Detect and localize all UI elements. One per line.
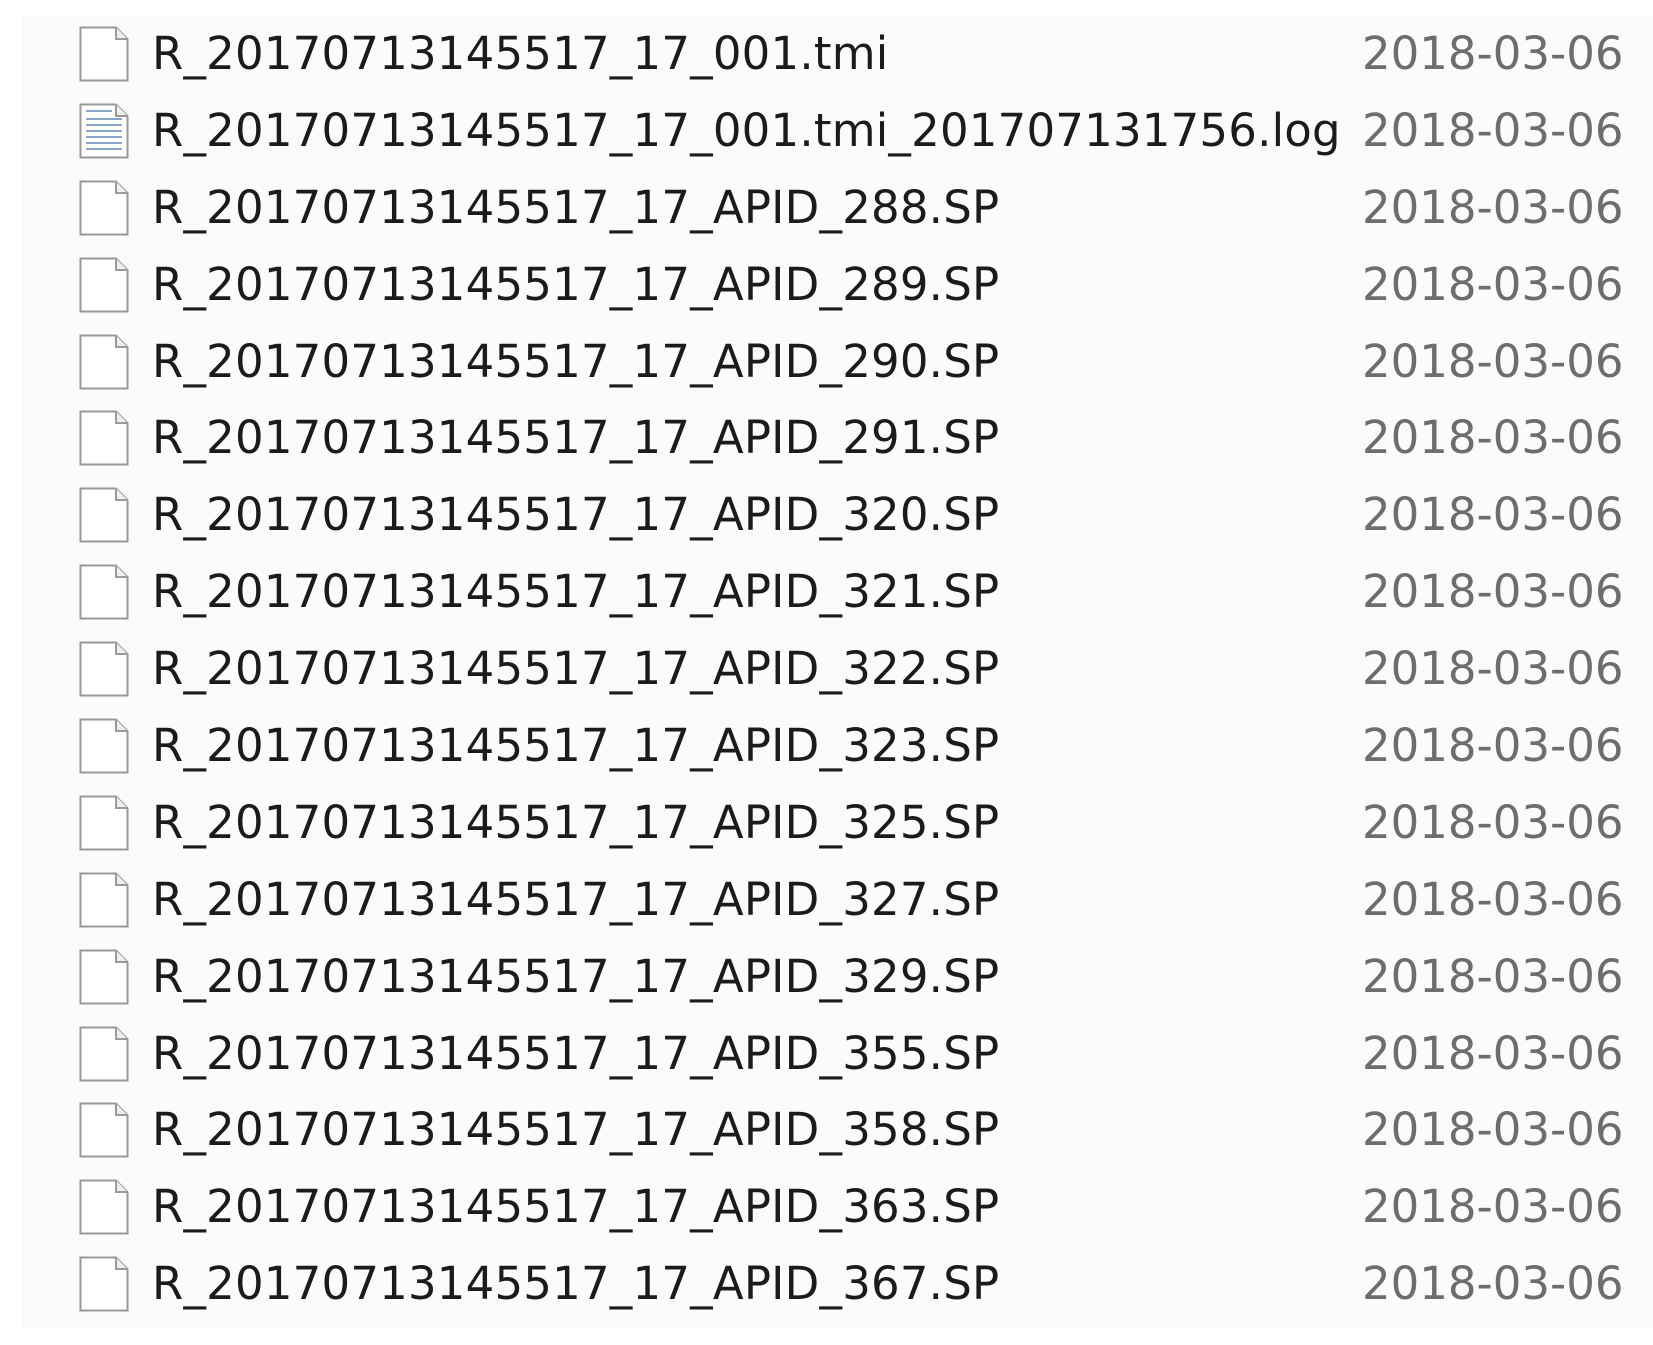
file-name: R_20170713145517_17_APID_363.SP [152, 1180, 1000, 1234]
file-name: R_20170713145517_17_APID_355.SP [152, 1026, 1000, 1080]
file-name: R_20170713145517_17_APID_321.SP [152, 565, 1000, 619]
file-date-modified: 2018-03-06 [1362, 949, 1624, 1003]
blank-file-icon [78, 1102, 130, 1158]
blank-file-icon [78, 1256, 130, 1312]
file-row[interactable]: R_20170713145517_17_APID_358.SP 2018-03-0… [22, 1092, 1653, 1169]
file-row[interactable]: R_20170713145517_17_APID_325.SP 2018-03-0… [22, 785, 1653, 862]
file-name: R_20170713145517_17_APID_325.SP [152, 795, 1000, 849]
file-name: R_20170713145517_17_APID_320.SP [152, 488, 1000, 542]
file-date-modified: 2018-03-06 [1362, 872, 1624, 926]
file-date-modified: 2018-03-06 [1362, 180, 1624, 234]
file-name: R_20170713145517_17_APID_291.SP [152, 411, 1000, 465]
file-row[interactable]: R_20170713145517_17_APID_290.SP 2018-03-0… [22, 324, 1653, 401]
file-row[interactable]: R_20170713145517_17_APID_291.SP 2018-03-0… [22, 400, 1653, 477]
blank-file-icon [78, 334, 130, 390]
file-date-modified: 2018-03-06 [1362, 1257, 1624, 1311]
file-date-modified: 2018-03-06 [1362, 411, 1624, 465]
blank-file-icon [78, 487, 130, 543]
blank-file-icon [78, 1026, 130, 1082]
file-list: R_20170713145517_17_001.tmi 2018-03-06 R_… [22, 16, 1653, 1323]
blank-file-icon [78, 1179, 130, 1235]
file-name: R_20170713145517_17_APID_358.SP [152, 1103, 1000, 1157]
file-date-modified: 2018-03-06 [1362, 257, 1624, 311]
file-row[interactable]: R_20170713145517_17_APID_363.SP 2018-03-0… [22, 1169, 1653, 1246]
file-name: R_20170713145517_17_APID_289.SP [152, 257, 1000, 311]
blank-file-icon [78, 795, 130, 851]
blank-file-icon [78, 180, 130, 236]
file-date-modified: 2018-03-06 [1362, 103, 1624, 157]
file-row[interactable]: R_20170713145517_17_APID_323.SP 2018-03-0… [22, 708, 1653, 785]
file-date-modified: 2018-03-06 [1362, 795, 1624, 849]
file-name: R_20170713145517_17_APID_288.SP [152, 180, 1000, 234]
file-row[interactable]: R_20170713145517_17_APID_327.SP 2018-03-0… [22, 862, 1653, 939]
blank-file-icon [78, 641, 130, 697]
blank-file-icon [78, 564, 130, 620]
file-name: R_20170713145517_17_APID_367.SP [152, 1257, 1000, 1311]
text-file-icon [78, 103, 130, 159]
file-name: R_20170713145517_17_APID_322.SP [152, 642, 1000, 696]
file-row[interactable]: R_20170713145517_17_APID_367.SP 2018-03-0… [22, 1246, 1653, 1323]
file-date-modified: 2018-03-06 [1362, 565, 1624, 619]
file-name: R_20170713145517_17_APID_329.SP [152, 949, 1000, 1003]
file-row[interactable]: R_20170713145517_17_APID_288.SP 2018-03-0… [22, 170, 1653, 247]
file-row[interactable]: R_20170713145517_17_APID_329.SP 2018-03-0… [22, 939, 1653, 1016]
file-name: R_20170713145517_17_APID_327.SP [152, 872, 1000, 926]
file-row[interactable]: R_20170713145517_17_APID_355.SP 2018-03-0… [22, 1016, 1653, 1093]
file-date-modified: 2018-03-06 [1362, 642, 1624, 696]
file-row[interactable]: R_20170713145517_17_APID_320.SP 2018-03-0… [22, 477, 1653, 554]
file-row[interactable]: R_20170713145517_17_APID_289.SP 2018-03-0… [22, 247, 1653, 324]
file-row[interactable]: R_20170713145517_17_001.tmi_201707131756… [22, 93, 1653, 170]
file-name: R_20170713145517_17_001.tmi_201707131756… [152, 103, 1341, 157]
file-name: R_20170713145517_17_APID_323.SP [152, 719, 1000, 773]
file-date-modified: 2018-03-06 [1362, 1026, 1624, 1080]
file-name: R_20170713145517_17_001.tmi [152, 27, 889, 80]
file-row[interactable]: R_20170713145517_17_APID_322.SP 2018-03-0… [22, 631, 1653, 708]
file-date-modified: 2018-03-06 [1362, 334, 1624, 388]
blank-file-icon [78, 410, 130, 466]
file-date-modified: 2018-03-06 [1362, 1180, 1624, 1234]
file-date-modified: 2018-03-06 [1362, 27, 1624, 80]
blank-file-icon [78, 872, 130, 928]
blank-file-icon [78, 257, 130, 313]
file-list-pane: R_20170713145517_17_001.tmi 2018-03-06 R_… [22, 16, 1653, 1328]
blank-file-icon [78, 26, 130, 82]
blank-file-icon [78, 949, 130, 1005]
file-row[interactable]: R_20170713145517_17_001.tmi 2018-03-06 [22, 16, 1653, 93]
file-date-modified: 2018-03-06 [1362, 1103, 1624, 1157]
blank-file-icon [78, 718, 130, 774]
file-row[interactable]: R_20170713145517_17_APID_321.SP 2018-03-0… [22, 554, 1653, 631]
file-name: R_20170713145517_17_APID_290.SP [152, 334, 1000, 388]
file-date-modified: 2018-03-06 [1362, 488, 1624, 542]
file-date-modified: 2018-03-06 [1362, 719, 1624, 773]
